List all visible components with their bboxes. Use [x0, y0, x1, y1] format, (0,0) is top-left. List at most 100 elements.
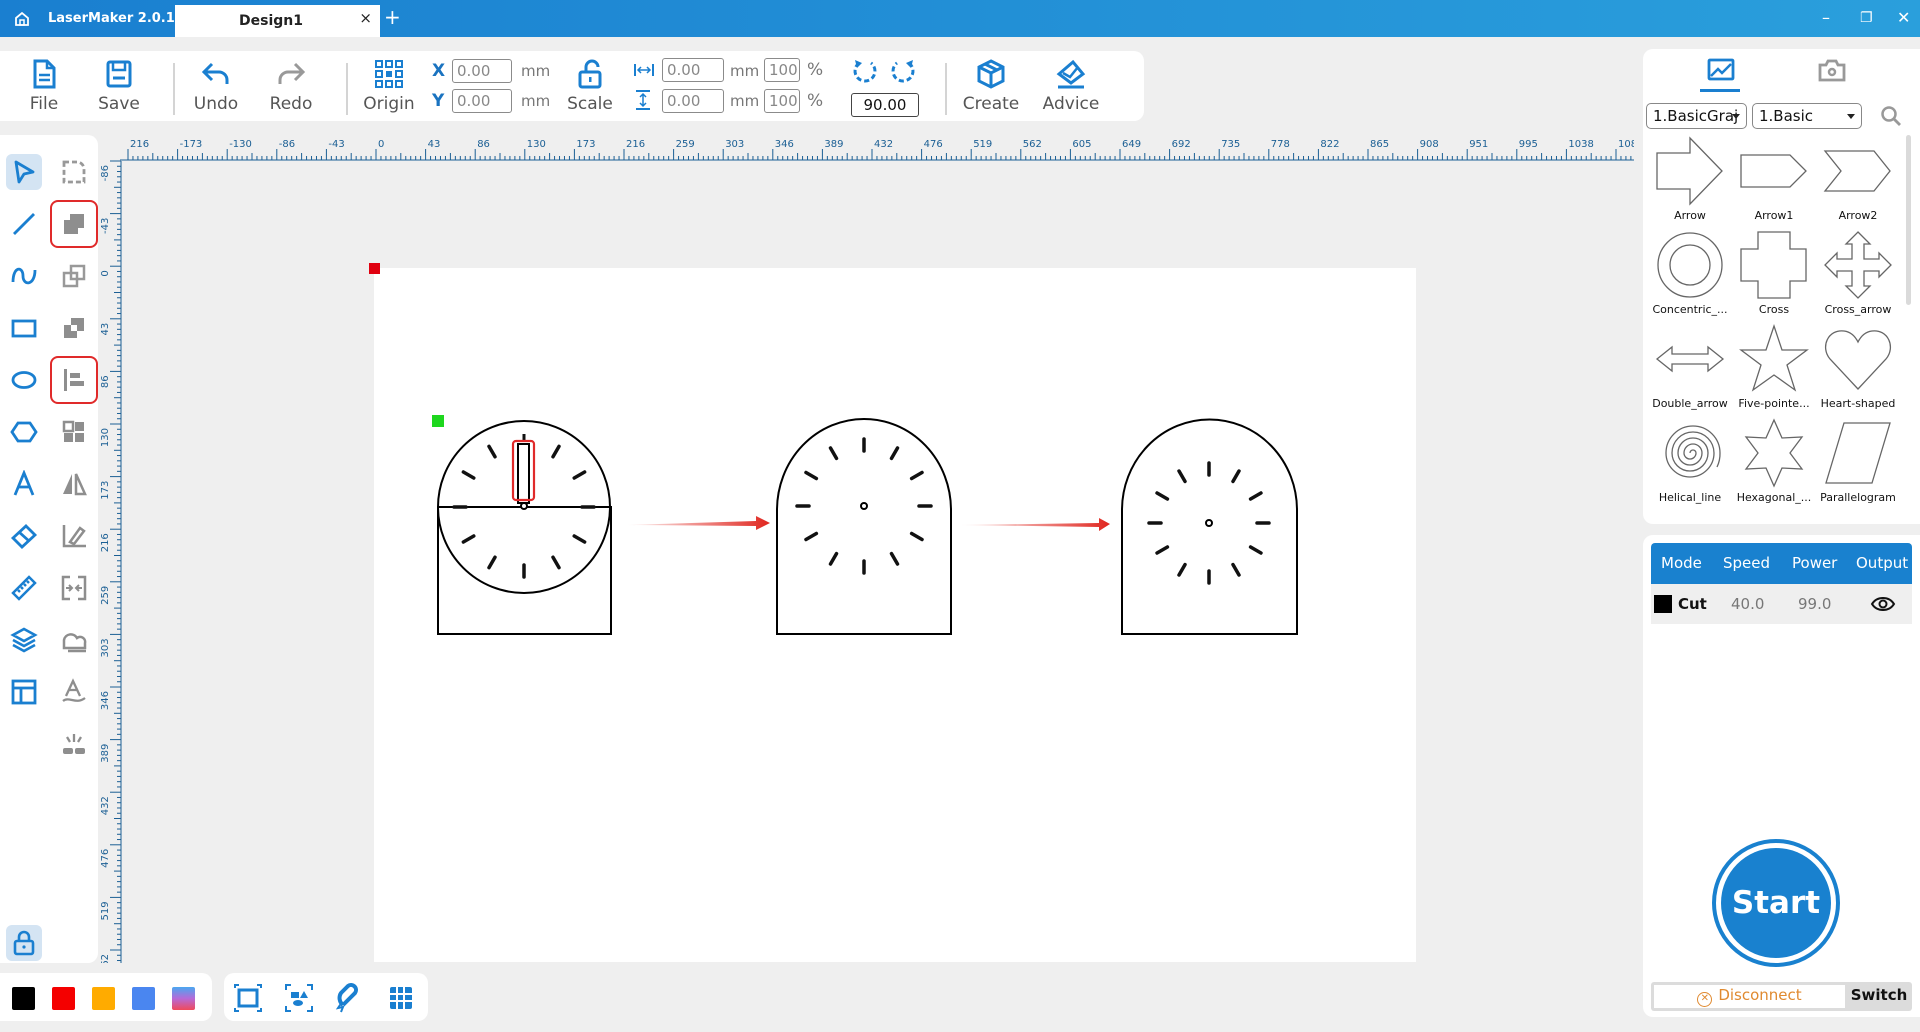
close-window-button[interactable]: ✕	[1897, 8, 1910, 27]
rotate-left-icon[interactable]	[851, 58, 879, 86]
file-button[interactable]: File	[14, 58, 74, 114]
undo-icon	[201, 62, 229, 84]
save-icon	[106, 60, 132, 88]
minimize-button[interactable]: –	[1822, 8, 1830, 27]
rotate-right-icon[interactable]	[889, 58, 917, 86]
color-swatch-gradient[interactable]	[172, 987, 195, 1010]
restore-button[interactable]: ❐	[1860, 10, 1873, 26]
shape-library-scrollbar[interactable]	[1906, 135, 1911, 305]
lock-canvas-button[interactable]	[6, 925, 42, 961]
ellipse-tool[interactable]	[6, 362, 42, 398]
shape-parallelogram[interactable]: Parallelogram	[1816, 417, 1900, 511]
shape-heart[interactable]: Heart-shaped	[1816, 323, 1900, 417]
eraser-tool[interactable]	[6, 518, 42, 554]
fit-selection-icon[interactable]	[284, 983, 314, 1013]
tab-image-library[interactable]	[1700, 57, 1742, 95]
tab-close-icon[interactable]: ×	[359, 9, 372, 27]
polygon-tool[interactable]	[6, 414, 42, 450]
curve-tool[interactable]	[6, 258, 42, 294]
layers-tool[interactable]	[6, 622, 42, 658]
text-on-path-tool[interactable]	[56, 674, 92, 710]
box-icon	[977, 59, 1005, 89]
layer-row[interactable]: Cut 40.0 99.0	[1651, 584, 1912, 624]
shape-cross[interactable]: Cross	[1732, 229, 1816, 323]
undo-button[interactable]: Undo	[186, 58, 246, 114]
ruler-tick-label: 908	[1420, 139, 1439, 150]
height-percent-input[interactable]: 100	[764, 89, 800, 113]
shape-cross-arrow[interactable]: Cross_arrow	[1816, 229, 1900, 323]
width-unit: mm	[730, 62, 760, 80]
difference-tool[interactable]	[56, 310, 92, 346]
horizontal-ruler[interactable]: mm 216-173-130-86-4304386130173216259303…	[98, 137, 1634, 161]
mirror-icon	[63, 473, 87, 496]
tab-design1[interactable]: Design1 ×	[175, 5, 380, 37]
eye-visible-icon[interactable]	[1870, 594, 1896, 614]
width-percent-input[interactable]: 100	[764, 58, 800, 82]
measure-tool[interactable]	[6, 570, 42, 606]
subcategory-select[interactable]: 1.Basic	[1752, 103, 1862, 129]
select-tool[interactable]	[6, 154, 42, 190]
shape-hexagonal-star[interactable]: Hexagonal_...	[1732, 417, 1816, 511]
shape-arrow[interactable]: Arrow	[1648, 135, 1732, 229]
home-icon[interactable]	[13, 10, 31, 28]
layer-power[interactable]: 99.0	[1798, 595, 1831, 613]
round-corner-tool[interactable]	[56, 154, 92, 190]
align-tool[interactable]	[50, 356, 98, 404]
fit-canvas-icon[interactable]	[233, 983, 263, 1013]
shape-arrow1[interactable]: Arrow1	[1732, 135, 1816, 229]
offset-tool[interactable]	[56, 622, 92, 658]
scale-lock-button[interactable]: Scale	[560, 58, 620, 114]
combine-tool[interactable]	[56, 258, 92, 294]
shape-arrow2[interactable]: Arrow2	[1816, 135, 1900, 229]
tab-camera[interactable]	[1811, 57, 1853, 95]
origin-button[interactable]: Origin	[358, 58, 420, 114]
color-swatch-orange[interactable]	[92, 987, 115, 1010]
rotation-angle-input[interactable]: 90.00	[851, 93, 919, 117]
shape-helical-line[interactable]: Helical_line	[1648, 417, 1732, 511]
advice-button[interactable]: Advice	[1039, 58, 1103, 114]
shape-label: Arrow2	[1838, 209, 1878, 222]
y-position-input[interactable]: 0.00	[452, 89, 512, 113]
ruler-tick-label: 822	[1320, 139, 1339, 150]
save-button[interactable]: Save	[89, 58, 149, 114]
shape-five-pointed-star[interactable]: Five-pointe...	[1732, 323, 1816, 417]
layer-mode[interactable]: Cut	[1678, 595, 1707, 613]
search-icon[interactable]	[1880, 105, 1902, 127]
disconnect-button[interactable]: ✕ Disconnect	[1654, 985, 1845, 1008]
text-tool[interactable]	[6, 466, 42, 502]
create-button[interactable]: Create	[960, 58, 1022, 114]
x-position-input[interactable]: 0.00	[452, 59, 512, 83]
shrink-expand-tool[interactable]	[56, 570, 92, 606]
laser-light-tool[interactable]	[56, 726, 92, 762]
start-button[interactable]: Start	[1712, 839, 1840, 967]
layer-speed[interactable]: 40.0	[1731, 595, 1764, 613]
color-swatch-black[interactable]	[12, 987, 35, 1010]
unlock-icon	[578, 59, 602, 89]
switch-button[interactable]: Switch	[1847, 986, 1911, 1004]
ruler-tick-label: -173	[180, 139, 203, 150]
line-tool[interactable]	[6, 206, 42, 242]
shape-concentric[interactable]: Concentric_...	[1648, 229, 1732, 323]
ruler-tick-label: 432	[100, 796, 111, 815]
union-tool[interactable]	[50, 200, 98, 248]
array-grid-icon	[62, 420, 84, 442]
shape-double-arrow[interactable]: Double_arrow	[1648, 323, 1732, 417]
edit-nodes-tool[interactable]	[56, 518, 92, 554]
tab-label: Design1	[239, 13, 303, 29]
canvas-bed[interactable]	[374, 268, 1416, 962]
layer-color-chip[interactable]	[1654, 595, 1672, 613]
mirror-tool[interactable]	[56, 466, 92, 502]
array-tool[interactable]	[56, 414, 92, 450]
color-swatch-blue[interactable]	[132, 987, 155, 1010]
add-tab-button[interactable]: +	[384, 5, 401, 29]
magnet-snap-icon[interactable]	[335, 983, 365, 1013]
vertical-ruler[interactable]: -86 -43 0 43 86 130 173 216 259 303 346 389 432 476 51…	[98, 137, 122, 963]
grid-icon[interactable]	[386, 983, 416, 1013]
height-input[interactable]: 0.00	[662, 89, 724, 113]
category-select[interactable]: 1.BasicGraj	[1646, 103, 1747, 129]
color-swatch-red[interactable]	[52, 987, 75, 1010]
width-input[interactable]: 0.00	[662, 58, 724, 82]
layout-tool[interactable]	[6, 674, 42, 710]
redo-button[interactable]: Redo	[261, 58, 321, 114]
rectangle-tool[interactable]	[6, 310, 42, 346]
